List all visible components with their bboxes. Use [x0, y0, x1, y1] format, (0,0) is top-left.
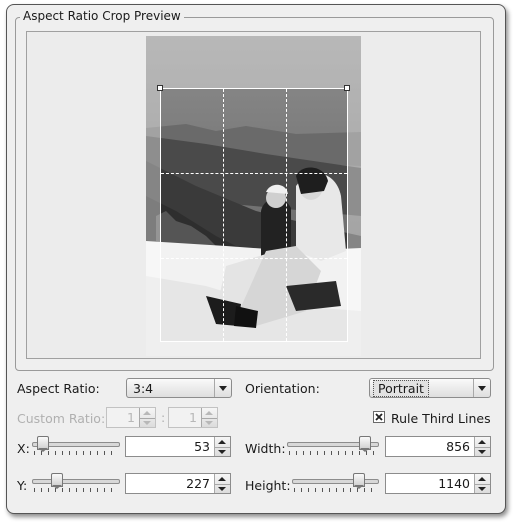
slider-thumb[interactable]: [51, 473, 63, 489]
x-label: X:: [17, 441, 30, 456]
slider-track: [32, 479, 120, 484]
slider-track: [292, 479, 379, 484]
height-spinbox[interactable]: 1140: [385, 473, 491, 494]
x-value: 53: [194, 439, 210, 454]
crop-outside-top: [146, 36, 361, 88]
aspect-ratio-label: Aspect Ratio:: [17, 381, 100, 396]
crop-selection[interactable]: [160, 88, 348, 342]
custom-ratio-separator: :: [161, 410, 166, 425]
custom-ratio-denominator-spinbox[interactable]: 1: [168, 407, 218, 428]
crop-outside-bottom: [146, 342, 361, 356]
rule-third-lines-checkbox[interactable]: [373, 411, 385, 423]
slider-thumb[interactable]: [37, 436, 49, 452]
crop-outside-left: [146, 88, 160, 342]
orientation-combo[interactable]: Portrait: [369, 378, 491, 398]
custom-ratio-numerator-value: 1: [127, 410, 135, 425]
rule-third-line-h1: [161, 173, 347, 174]
slider-thumb[interactable]: [353, 473, 365, 489]
x-slider[interactable]: [32, 436, 120, 456]
y-label: Y:: [17, 478, 28, 493]
slider-thumb[interactable]: [359, 436, 371, 452]
orientation-value: Portrait: [373, 380, 429, 397]
spin-down-icon[interactable]: [140, 418, 155, 428]
custom-ratio-label: Custom Ratio:: [17, 411, 106, 426]
custom-ratio-numerator-spinbox[interactable]: 1: [106, 407, 156, 428]
spin-down-icon[interactable]: [215, 484, 230, 494]
aspect-ratio-combo[interactable]: 3:4: [126, 378, 232, 398]
spin-down-icon[interactable]: [475, 484, 490, 494]
y-spinbox[interactable]: 227: [125, 473, 231, 494]
rule-third-line-v1: [223, 89, 224, 341]
orientation-label: Orientation:: [245, 381, 320, 396]
crop-handle-top-right[interactable]: [344, 85, 350, 91]
chevron-down-icon: [473, 379, 490, 397]
height-label: Height:: [245, 478, 291, 493]
y-slider[interactable]: [32, 473, 120, 493]
spin-down-icon[interactable]: [202, 418, 217, 428]
y-value: 227: [186, 476, 210, 491]
width-value: 856: [446, 439, 470, 454]
check-x-icon: [375, 413, 383, 421]
slider-ticks: [294, 488, 377, 492]
chevron-down-icon: [214, 379, 231, 397]
width-slider[interactable]: [287, 436, 379, 456]
rule-third-line-h2: [161, 258, 347, 259]
width-spinbox[interactable]: 856: [385, 436, 491, 457]
rule-third-lines-label[interactable]: Rule Third Lines: [391, 411, 491, 426]
height-slider[interactable]: [292, 473, 379, 493]
x-spinbox[interactable]: 53: [125, 436, 231, 457]
aspect-ratio-value: 3:4: [133, 381, 154, 396]
width-label: Width:: [245, 441, 286, 456]
custom-ratio-denominator-value: 1: [189, 410, 197, 425]
crop-outside-right: [348, 88, 361, 342]
spin-down-icon[interactable]: [215, 447, 230, 457]
slider-ticks: [34, 488, 118, 492]
spin-down-icon[interactable]: [475, 447, 490, 457]
crop-handle-top-left[interactable]: [157, 85, 163, 91]
rule-third-line-v2: [286, 89, 287, 341]
group-title: Aspect Ratio Crop Preview: [20, 9, 184, 23]
height-value: 1140: [438, 476, 470, 491]
